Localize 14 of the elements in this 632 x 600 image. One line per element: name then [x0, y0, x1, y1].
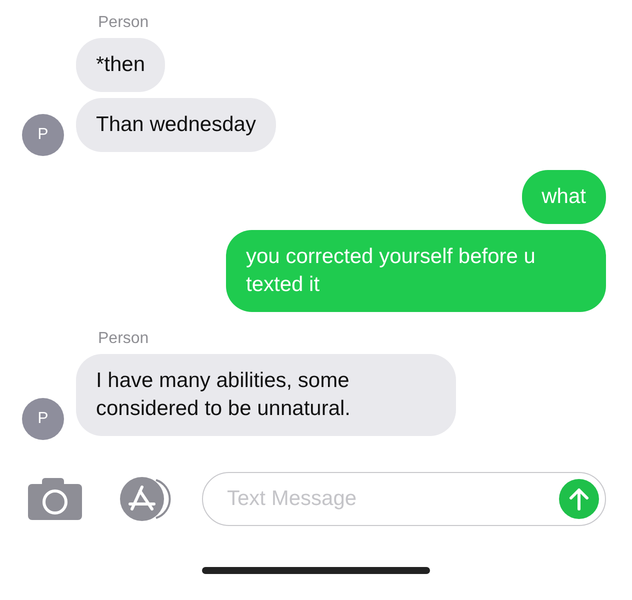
message-bubble: you corrected yourself before u texted it [226, 230, 606, 312]
message-bubble: *then [76, 38, 166, 92]
avatar[interactable]: P [22, 114, 64, 156]
message-input[interactable]: Text Message [225, 486, 559, 512]
sender-name: Person [98, 14, 150, 32]
message-bubble: Than wednesday [76, 98, 276, 152]
camera-icon[interactable] [28, 478, 82, 520]
send-button[interactable] [559, 479, 599, 519]
message-bubble: what [522, 170, 606, 224]
message-field[interactable]: Text Message [202, 472, 606, 526]
message-bubble: I have many abilities, some considered to be unnatural. [76, 354, 456, 436]
sender-name: Person [98, 330, 150, 348]
arrow-up-icon [568, 487, 590, 511]
avatar[interactable]: P [22, 398, 64, 440]
